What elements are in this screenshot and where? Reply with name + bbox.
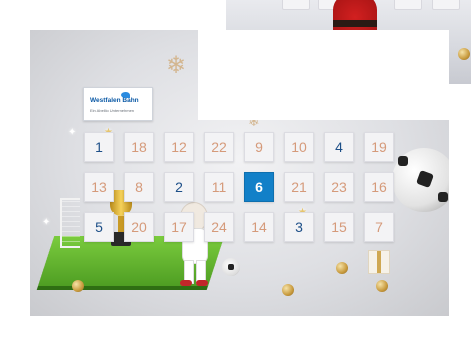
bauble-ornament <box>72 280 84 292</box>
calendar-door[interactable]: 4 <box>324 132 354 162</box>
teaser-door <box>394 0 422 10</box>
page-background-gap <box>198 30 449 120</box>
calendar-door[interactable]: 7 <box>364 212 394 242</box>
bauble-ornament <box>376 280 388 292</box>
snowflake-icon: ❄ <box>166 52 187 79</box>
bauble-ornament <box>282 284 294 296</box>
calendar-door[interactable]: 13 <box>84 172 114 202</box>
calendar-door[interactable]: 23 <box>324 172 354 202</box>
teaser-door <box>432 0 460 10</box>
westfalen-bahn-logo[interactable]: Westfalen Bahn Ein Abellio Unternehmen <box>83 87 153 121</box>
calendar-door[interactable]: 16 <box>364 172 394 202</box>
small-football-icon <box>222 258 240 276</box>
calendar-door[interactable]: 18 <box>124 132 154 162</box>
logo-name: Westfalen Bahn <box>90 97 139 104</box>
calendar-door[interactable]: 19 <box>364 132 394 162</box>
calendar-door[interactable]: 15 <box>324 212 354 242</box>
calendar-door[interactable]: 2 <box>164 172 194 202</box>
gift-icon <box>368 250 390 274</box>
bauble-ornament <box>336 262 348 274</box>
football-goal <box>60 198 80 248</box>
calendar-door[interactable]: 24 <box>204 212 234 242</box>
calendar-door[interactable]: 9 <box>244 132 274 162</box>
sparkle-icon: ✦ <box>42 217 51 228</box>
calendar-door[interactable]: 6 <box>244 172 274 202</box>
calendar-door[interactable]: 14 <box>244 212 274 242</box>
logo-mark-icon <box>121 92 130 98</box>
santa-belt <box>333 20 377 27</box>
bauble-ornament <box>458 48 470 60</box>
football-icon <box>392 148 449 212</box>
calendar-door[interactable]: 1 <box>84 132 114 162</box>
calendar-door[interactable]: 22 <box>204 132 234 162</box>
calendar-door[interactable]: 10 <box>284 132 314 162</box>
teaser-door <box>282 0 310 10</box>
logo-tagline: Ein Abellio Unternehmen <box>90 108 135 113</box>
calendar-door[interactable]: 8 <box>124 172 154 202</box>
sparkle-icon: ✦ <box>68 127 77 138</box>
calendar-door[interactable]: 5 <box>84 212 114 242</box>
calendar-door[interactable]: 3 <box>284 212 314 242</box>
mascot-shoe <box>180 280 192 286</box>
calendar-door[interactable]: 17 <box>164 212 194 242</box>
calendar-door[interactable]: 20 <box>124 212 154 242</box>
mascot-shoe <box>196 280 208 286</box>
calendar-door[interactable]: 21 <box>284 172 314 202</box>
calendar-door[interactable]: 12 <box>164 132 194 162</box>
calendar-door[interactable]: 11 <box>204 172 234 202</box>
